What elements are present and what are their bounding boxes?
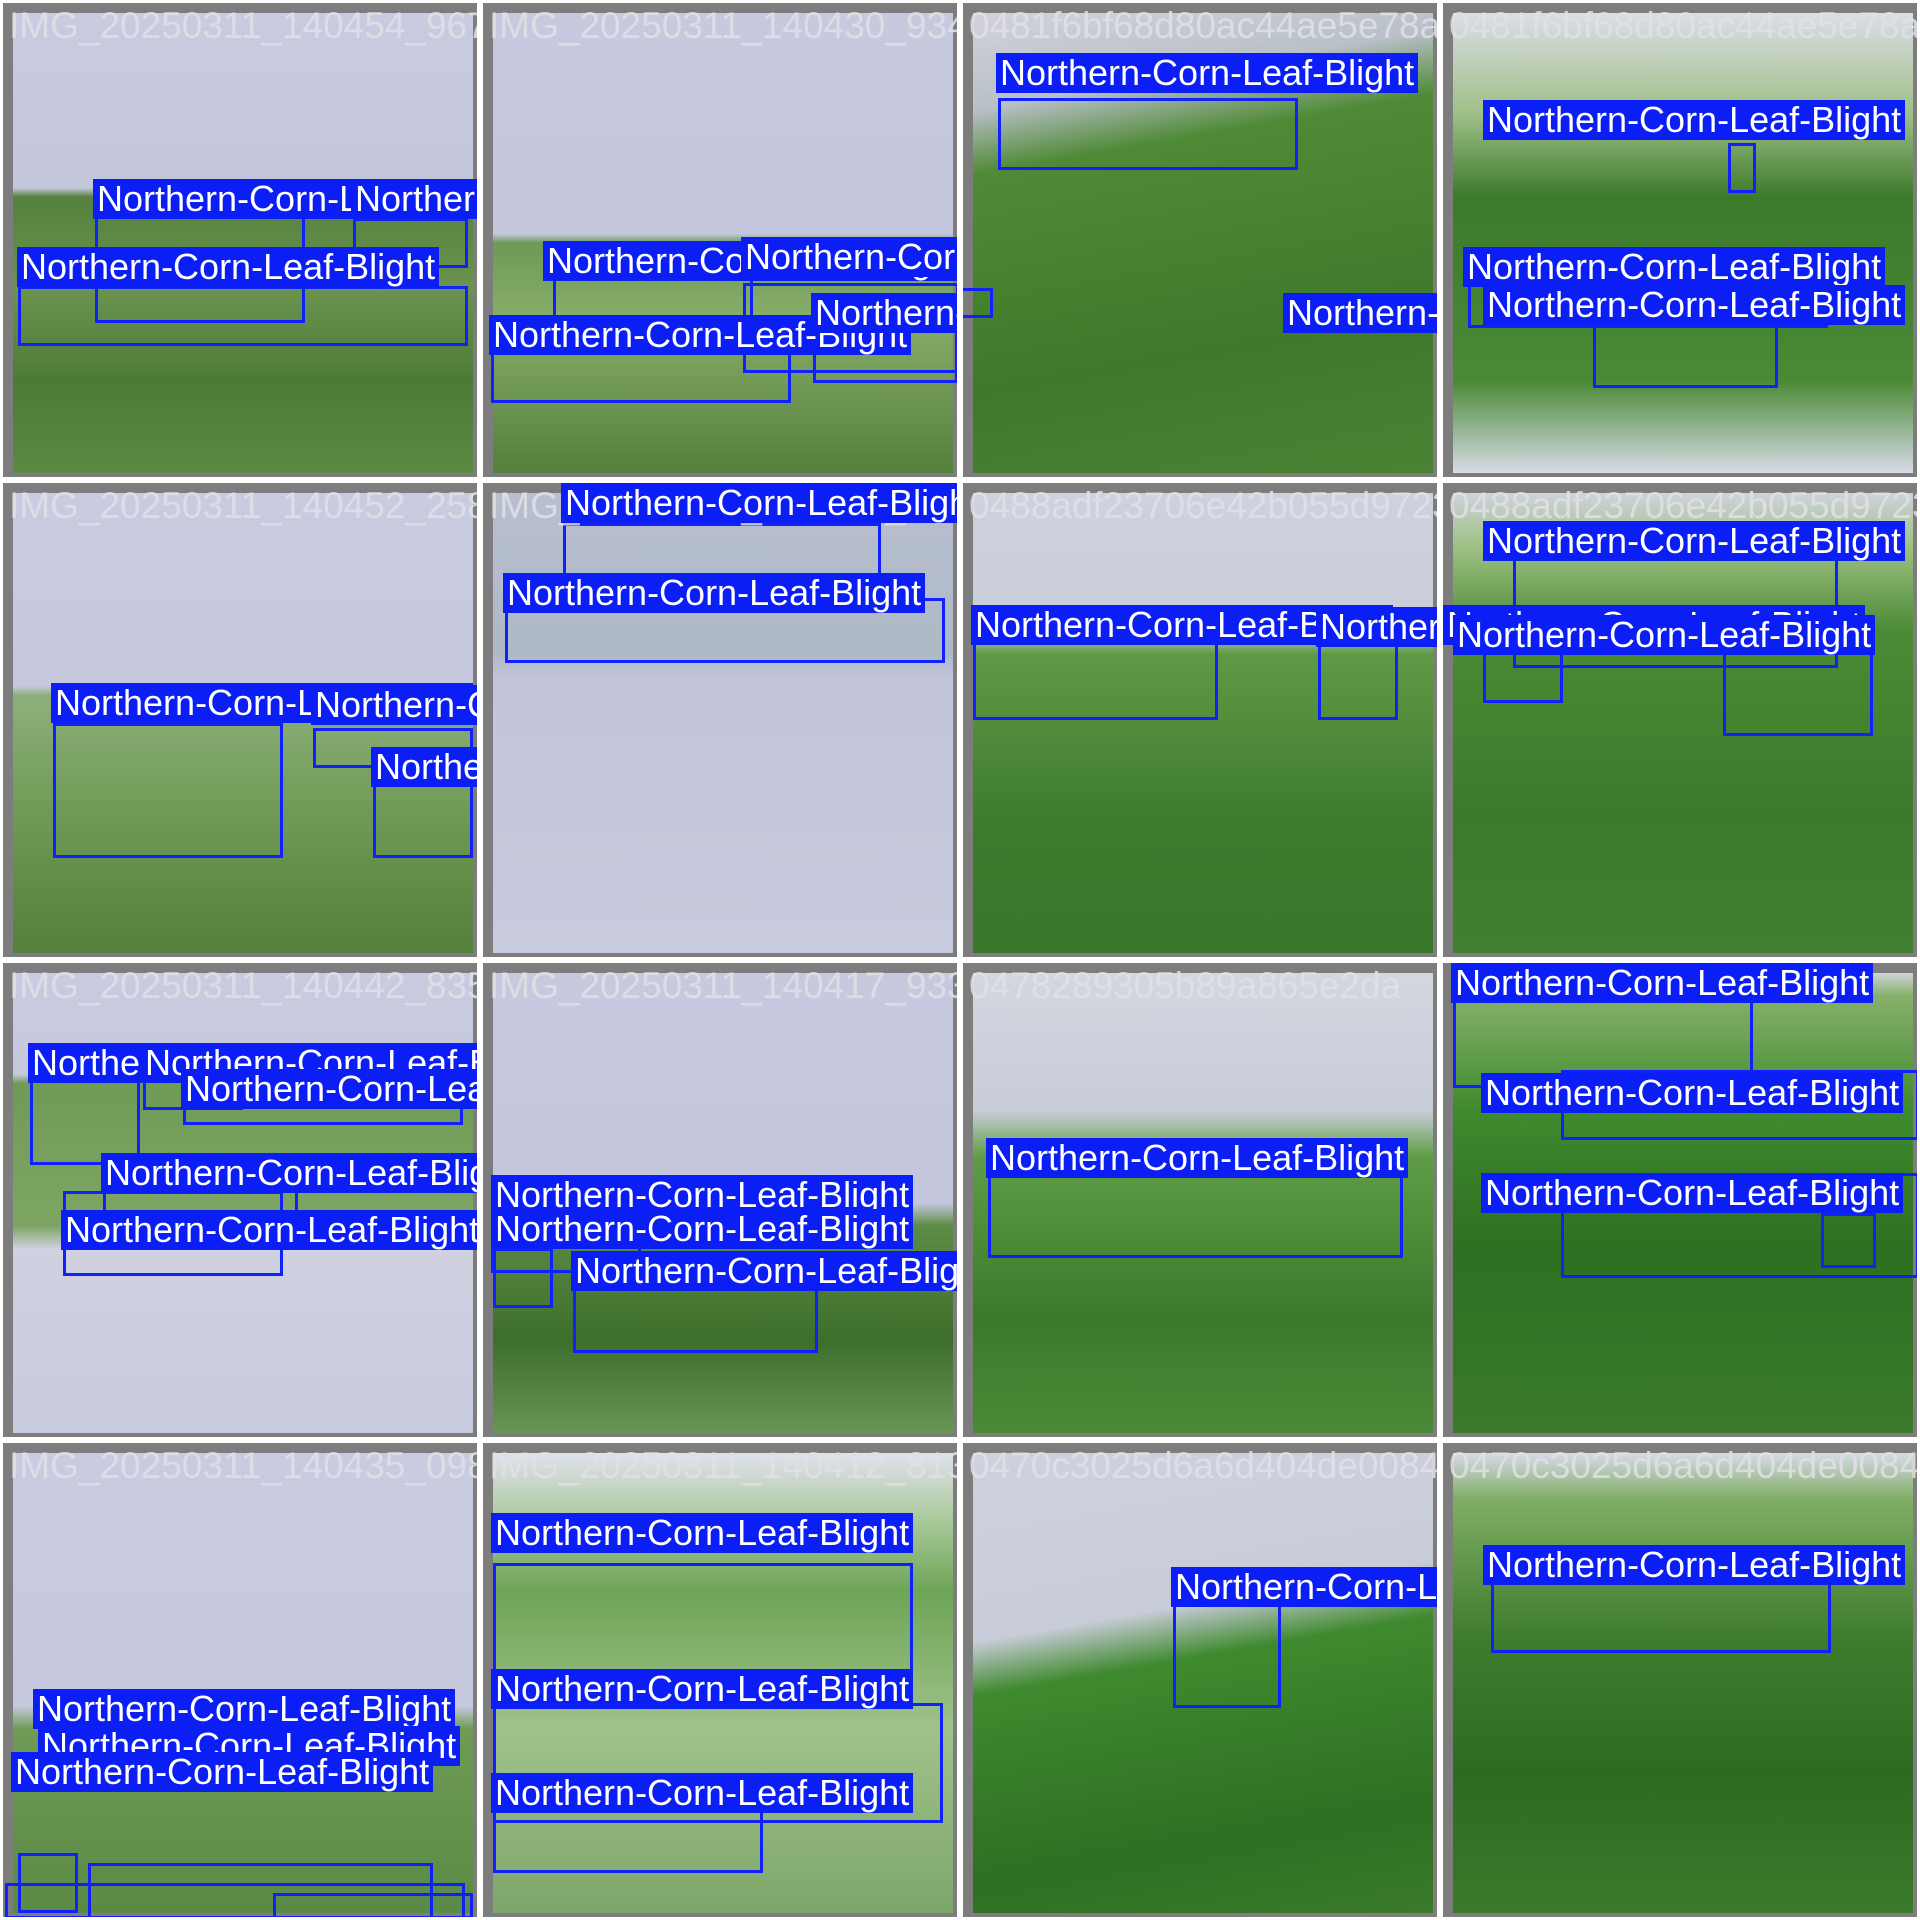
tile-filename: 0470c3025d6a6d404de0084852cbf25dffaa3759…	[1449, 1445, 1920, 1486]
detection-label: Northern-Corn-Leaf-Blight	[1483, 521, 1906, 561]
mosaic-tile: IMG_20250311_140452_258.jpg Northern-Corn…	[0, 480, 480, 960]
detection-label: Northern-Corn-Leaf-Blight	[1451, 963, 1874, 1003]
detection-label: Northern-Corn-Leaf-Blight	[11, 1752, 434, 1792]
mosaic-tile: IMG_20250311_140454_967.jpg Northern-Corn…	[0, 0, 480, 480]
leaf-photo	[973, 493, 1433, 953]
mosaic-tile: IMG_20250311_140417_933.jpg Northern-Corn…	[480, 960, 960, 1440]
tile-filename: IMG_20250311_140454_967.jpg	[9, 5, 477, 46]
detection-label: Northern-Corn-Leaf-Blight	[1283, 293, 1437, 333]
detection-label: Northern-Corn-Leaf-Blight	[561, 483, 957, 523]
detection-label: Northern-Corn-Leaf-Blight	[571, 1251, 957, 1291]
detection-label: Northern-Corn-Leaf-Blight	[17, 247, 440, 287]
mosaic-tile: 0470c3025d6a6d404de0084852cbf25dffaa3759…	[1440, 1440, 1920, 1920]
mosaic-tile: 0470c3025d6a6d404de0084852cbf25dffaa3759…	[960, 1440, 1440, 1920]
detection-label: Northern-Corn-Leaf-Blight	[811, 293, 957, 333]
mosaic-tile: 0481f6bf68d80ac44ae5e78a0670e19f34fcb071…	[1440, 0, 1920, 480]
detection-label: Northern-Corn-Leaf-Blight	[491, 1669, 914, 1709]
detection-box	[493, 1248, 553, 1308]
mosaic-tile: IMG_20250311_140430_934.jpg Northern-Corn…	[480, 0, 960, 480]
detection-box	[1491, 1573, 1831, 1653]
tile-filename: 0478289305b89a865e2da	[969, 965, 1402, 1006]
detection-box	[1821, 1213, 1876, 1268]
detection-label: Northern-Corn-Leaf-Blight	[181, 1069, 477, 1109]
detection-label: Northern-Corn-Leaf-Blight	[741, 237, 957, 277]
detection-label: Northern-Corn-Leaf-Blight	[986, 1138, 1409, 1178]
detection-box	[998, 98, 1298, 170]
mosaic-tile: IMG_20250311_140442_835.jpg Northern-Corn…	[0, 960, 480, 1440]
leaf-photo	[13, 1453, 473, 1913]
detection-label: Northern-Corn-Leaf-Blight	[491, 1773, 914, 1813]
tile-filename: IMG_20250311_140442_835.jpg	[9, 965, 477, 1006]
detection-label: Northern-Corn-Leaf-Blight	[1483, 1545, 1906, 1585]
detection-mosaic: IMG_20250311_140454_967.jpg Northern-Corn…	[0, 0, 1920, 1920]
mosaic-tile: IMG_20250311_140435_098.jpg Northern-Corn…	[0, 1440, 480, 1920]
detection-label: Northern-Corn-Leaf-Blight	[33, 1689, 456, 1729]
detection-label: Northern-Corn-Leaf-Blight	[996, 53, 1419, 93]
detection-label: Northern-Corn-Leaf-Blight	[1316, 607, 1437, 647]
tile-filename: IMG_20250311_140417_933.jpg	[489, 965, 957, 1006]
detection-label: Northern-Corn-Leaf-Blight	[1171, 1567, 1437, 1607]
leaf-photo	[1453, 13, 1913, 473]
mosaic-tile: 0481f6bf68d80ac44ae5e78a0670e19f34fcb071…	[960, 0, 1440, 480]
leaf-photo	[1453, 1453, 1913, 1913]
tile-filename: 0481f6bf68d80ac44ae5e78a0670e19f34fcb071…	[1449, 5, 1920, 46]
detection-box	[963, 288, 993, 318]
tile-filename: 0488adf23706e42b055d9723068a8f5	[969, 485, 1437, 526]
detection-box	[1728, 143, 1756, 193]
detection-label: Northern-Corn-Leaf-Blight	[503, 573, 926, 613]
detection-box	[493, 1563, 913, 1673]
detection-label: Northern-Corn-Leaf-Blight	[1463, 247, 1886, 287]
tile-filename: 0470c3025d6a6d404de0084852cbf25dffaa3759…	[969, 1445, 1440, 1486]
tile-filename: IMG_20250311_140412_813.jpg	[489, 1445, 957, 1486]
mosaic-tile: 0478289305b89a865e2da Northern-Corn-Leaf-…	[960, 960, 1440, 1440]
detection-label: Northern-Corn-Leaf-Blight	[1481, 1173, 1904, 1213]
detection-label: Northern-Corn-Leaf-Blight	[351, 179, 477, 219]
mosaic-tile: Northern-Corn-Leaf-Blight Northern-Corn-L…	[1440, 960, 1920, 1440]
mosaic-tile: 0488adf23706e42b055d9723068a8f5 Northern-…	[960, 480, 1440, 960]
tile-filename: 0481f6bf68d80ac44ae5e78a0670e19f34fcb071…	[969, 5, 1440, 46]
tile-filename: IMG_20250311_140452_258.jpg	[9, 485, 477, 526]
detection-label: Northern-Corn-Leaf-Blight	[61, 1210, 477, 1250]
detection-label: Northern-Corn-Leaf-Blight	[1483, 100, 1906, 140]
mosaic-tile: 0488adf23706e42b055d9723068a8f5Northern-…	[1440, 480, 1920, 960]
detection-label: Northern-Corn-Leaf-Blight	[101, 1153, 477, 1193]
tile-filename: IMG_20250311_140430_934.jpg	[489, 5, 957, 46]
detection-box	[5, 1883, 465, 1917]
detection-label: Northern-Corn-Leaf-Blight	[1453, 615, 1876, 655]
detection-box	[53, 723, 283, 858]
mosaic-tile: IMG_20250311_140412_813.jpg Northern-Corn…	[480, 1440, 960, 1920]
detection-label: Northern-Corn-Leaf-Blight	[1483, 285, 1906, 325]
mosaic-tile: IMG_20250311_140452_258.jpgNorthern-Corn…	[480, 480, 960, 960]
detection-label: Northern-Corn-Leaf-Blight	[491, 1209, 914, 1249]
tile-filename: IMG_20250311_140435_098.jpg	[9, 1445, 477, 1486]
detection-box	[18, 286, 468, 346]
detection-label: Northern-Corn-Leaf-Blight	[371, 747, 477, 787]
detection-label: Northern-Corn-Leaf-Blight	[491, 1513, 914, 1553]
detection-label: Northern-Corn-Leaf-Blight	[1481, 1073, 1904, 1113]
detection-label: Northern-Corn-Leaf-Blight	[311, 685, 477, 725]
